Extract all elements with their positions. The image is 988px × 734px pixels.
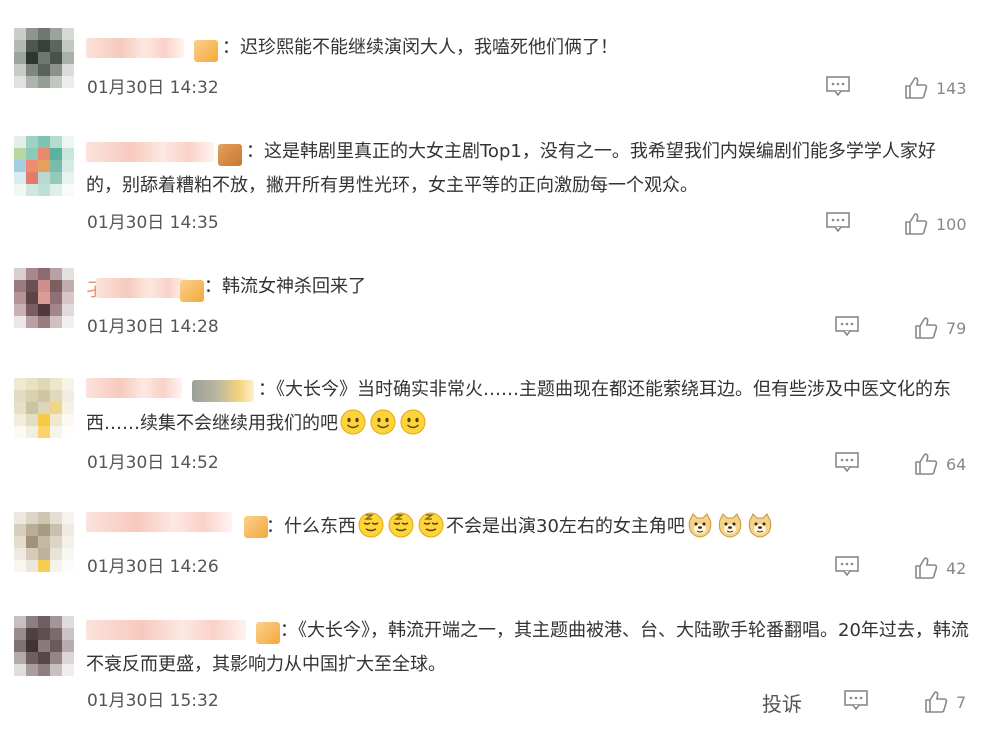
like-count: 7	[956, 692, 967, 712]
report-button[interactable]: 投诉	[762, 688, 802, 717]
avatar[interactable]	[14, 616, 74, 676]
comment-text: ：《大长今》，韩流开端之一，其主题曲被港、台、大陆歌手轮番翻唱。20年过去，韩流…	[86, 620, 969, 675]
reply-button[interactable]	[844, 690, 868, 710]
comment-time: 01月30日 15:32	[87, 691, 219, 711]
comment-item: ：《大长今》，韩流开端之一，其主题曲被港、台、大陆歌手轮番翻唱。20年过去，韩流…	[0, 0, 988, 734]
like-button[interactable]: 7	[924, 690, 966, 714]
comment-icon	[844, 690, 868, 710]
thumbs-up-icon	[924, 690, 948, 714]
